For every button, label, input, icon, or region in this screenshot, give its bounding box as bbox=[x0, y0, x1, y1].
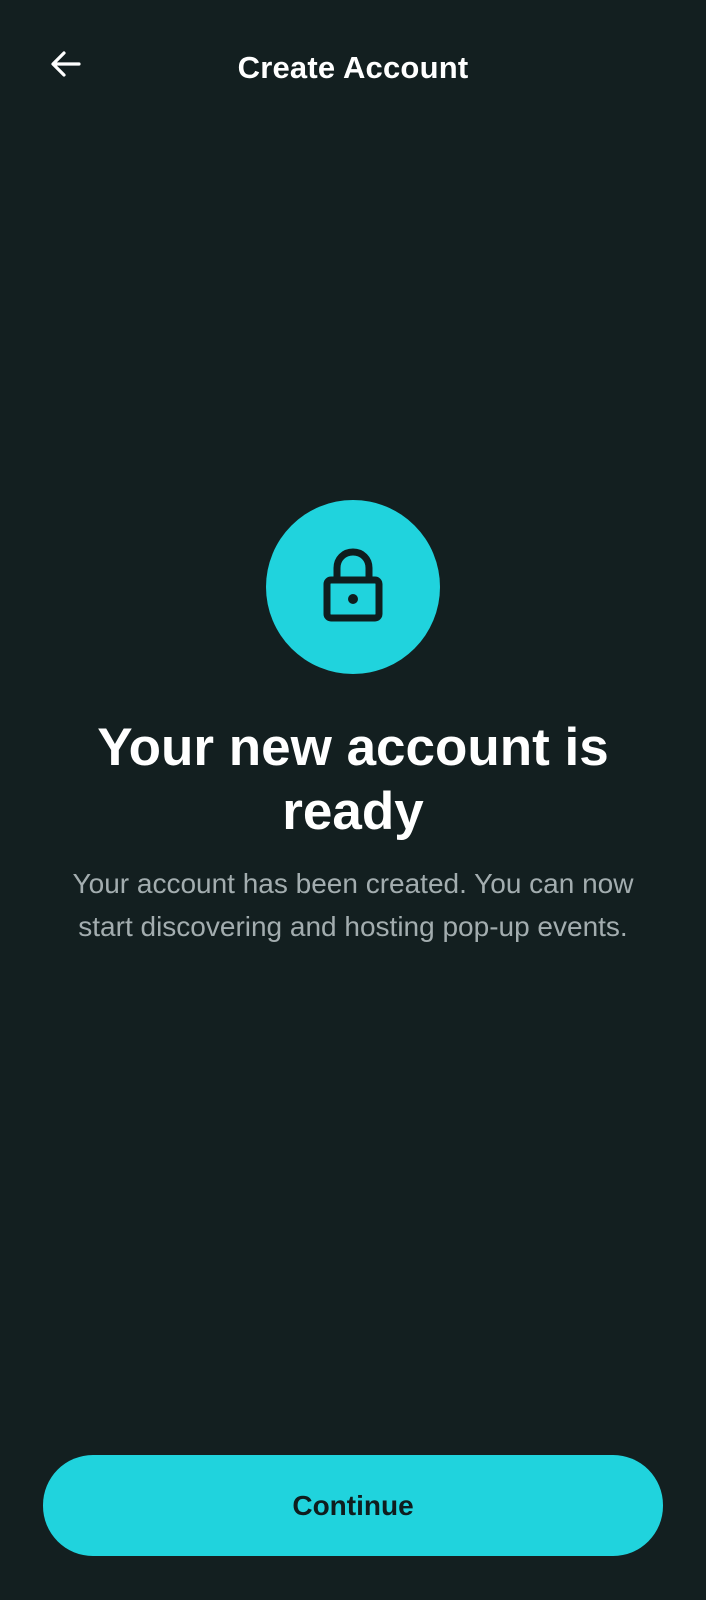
lock-badge bbox=[266, 500, 440, 674]
app-header: Create Account bbox=[0, 0, 706, 140]
create-account-success-screen: Create Account Your new account is ready… bbox=[0, 0, 706, 1600]
continue-button[interactable]: Continue bbox=[43, 1455, 663, 1556]
success-headline: Your new account is ready bbox=[97, 718, 609, 841]
success-message: Your account has been created. You can n… bbox=[72, 868, 634, 942]
account-ready-section: Your new account is ready Your account h… bbox=[0, 500, 706, 948]
page-title: Create Account bbox=[237, 50, 469, 85]
lock-icon bbox=[321, 546, 385, 629]
